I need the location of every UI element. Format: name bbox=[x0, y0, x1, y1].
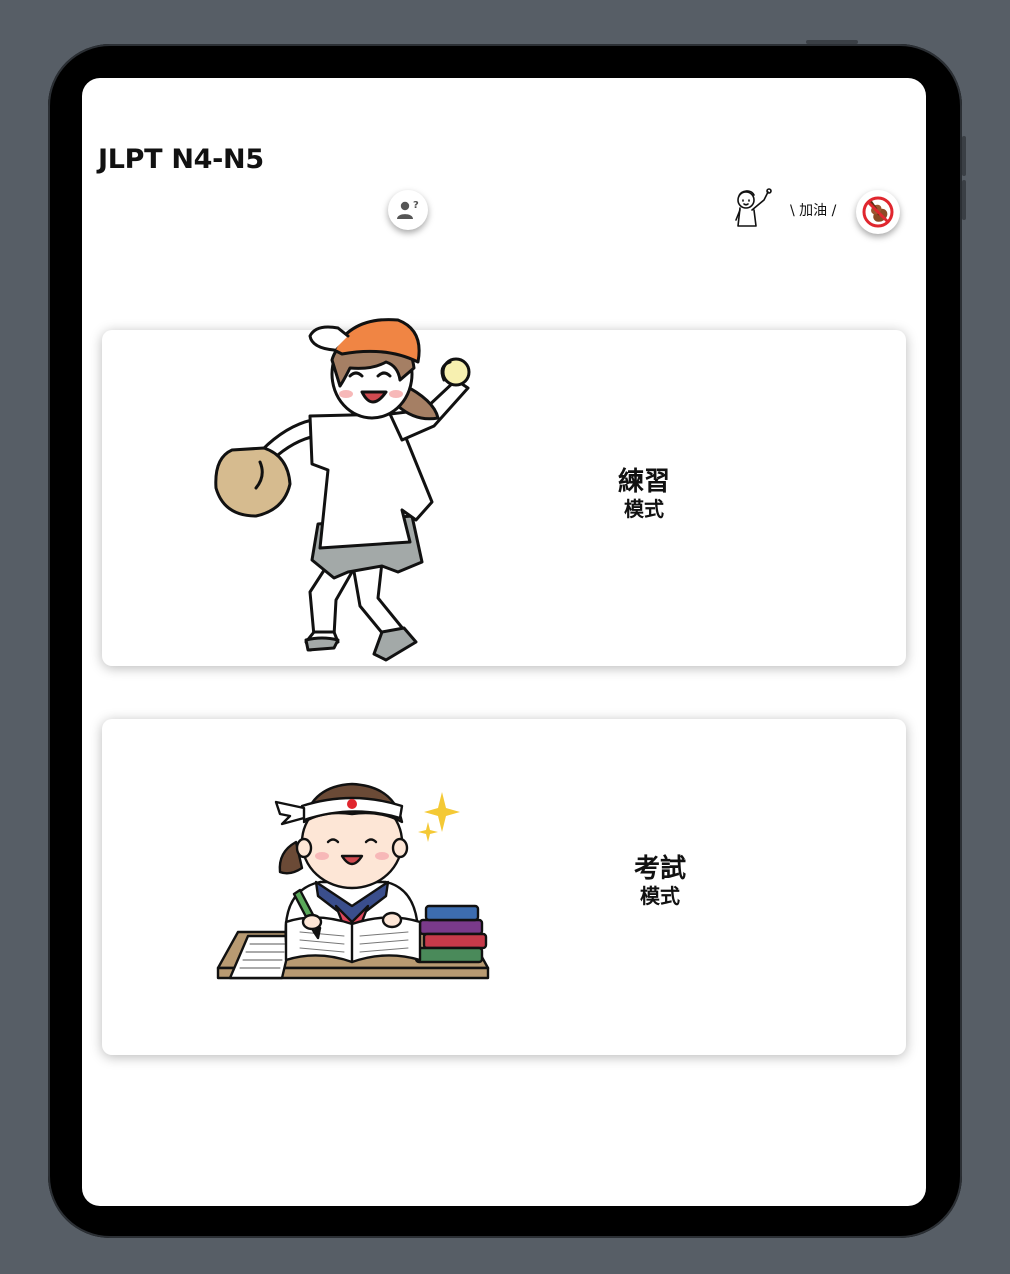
svg-text:?: ? bbox=[413, 200, 419, 211]
muted-guitar-icon bbox=[862, 196, 894, 228]
practice-mode-title: 練習 bbox=[617, 467, 670, 497]
exam-mode-label: 考試 模式 bbox=[618, 854, 702, 908]
help-button[interactable]: ? bbox=[388, 190, 428, 230]
device-volume-up bbox=[962, 136, 966, 176]
cheer-boy-icon bbox=[735, 188, 772, 227]
studying-student-illustration bbox=[216, 782, 490, 980]
app-screen: JLPT N4-N5 ? \ 加油 / 練習 模式 考試 模式 bbox=[82, 78, 926, 1206]
practice-mode-subtitle: 模式 bbox=[624, 496, 664, 521]
baseball-pitcher-illustration bbox=[214, 318, 471, 662]
exam-mode-subtitle: 模式 bbox=[640, 883, 680, 908]
cheer-text: \ 加油 / bbox=[790, 203, 837, 219]
app-title: JLPT N4-N5 bbox=[98, 144, 264, 175]
user-question-icon: ? bbox=[397, 200, 419, 219]
sound-toggle-button[interactable] bbox=[856, 190, 900, 234]
device-volume-down bbox=[962, 180, 966, 220]
exam-mode-title: 考試 bbox=[633, 854, 686, 884]
practice-mode-label: 練習 模式 bbox=[602, 467, 686, 521]
